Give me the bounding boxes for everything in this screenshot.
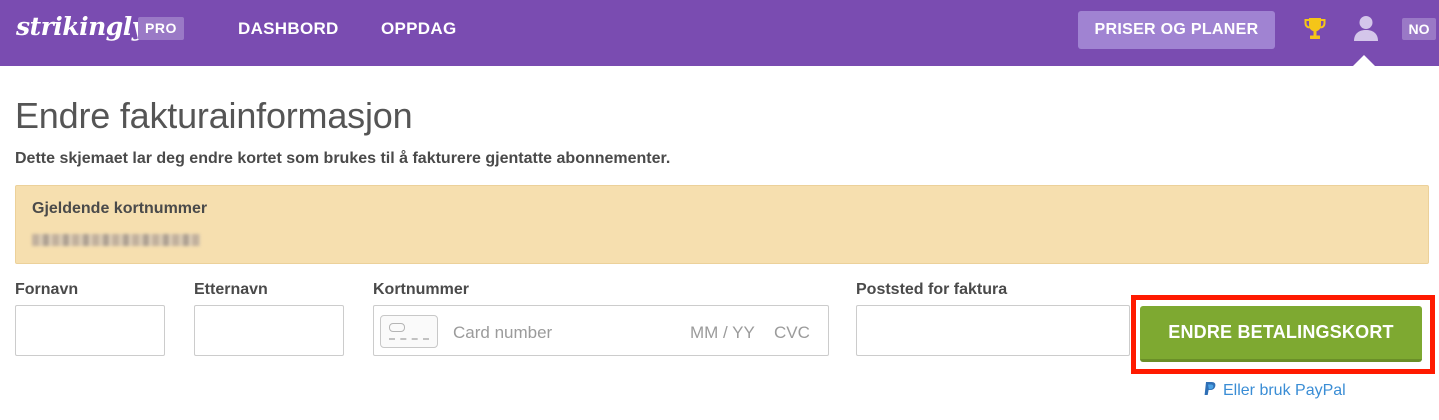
current-card-label: Gjeldende kortnummer	[32, 200, 208, 217]
card-number-placeholder[interactable]: Card number	[453, 323, 552, 343]
strikingly-logo[interactable]: strikingly	[16, 12, 146, 41]
trophy-icon[interactable]	[1303, 16, 1327, 42]
billing-postal-label: Poststed for faktura	[856, 281, 1008, 298]
masked-card-number	[32, 234, 200, 246]
pro-badge: PRO	[138, 17, 184, 40]
current-card-panel: Gjeldende kortnummer	[15, 185, 1429, 264]
paypal-link[interactable]: Eller bruk PayPal	[1203, 381, 1346, 400]
pricing-plans-button[interactable]: PRISER OG PLANER	[1078, 11, 1275, 49]
last-name-label: Etternavn	[194, 281, 268, 298]
dropdown-caret-icon	[1353, 55, 1375, 66]
card-number-label: Kortnummer	[373, 281, 470, 298]
paypal-icon	[1204, 382, 1216, 395]
nav-discover-link[interactable]: OPPDAG	[381, 19, 456, 39]
language-selector[interactable]: NO	[1402, 18, 1436, 40]
billing-postal-input[interactable]	[856, 305, 1130, 356]
expiry-placeholder[interactable]: MM / YY	[690, 323, 755, 343]
first-name-input[interactable]	[15, 305, 165, 356]
nav-dashboard-link[interactable]: DASHBORD	[238, 19, 339, 39]
change-payment-card-button[interactable]: ENDRE BETALINGSKORT	[1140, 306, 1422, 362]
cvc-placeholder[interactable]: CVC	[774, 323, 810, 343]
first-name-label: Fornavn	[15, 281, 79, 298]
credit-card-icon	[380, 315, 438, 348]
user-avatar-icon[interactable]	[1352, 14, 1380, 42]
page-subtitle: Dette skjemaet lar deg endre kortet som …	[15, 150, 671, 167]
card-details-field[interactable]: Card number MM / YY CVC	[373, 305, 829, 356]
top-nav-bar: strikingly PRO DASHBORD OPPDAG PRISER OG…	[0, 0, 1439, 66]
paypal-link-label[interactable]: Eller bruk PayPal	[1223, 382, 1346, 399]
last-name-input[interactable]	[194, 305, 344, 356]
page-title: Endre fakturainformasjon	[15, 95, 413, 136]
